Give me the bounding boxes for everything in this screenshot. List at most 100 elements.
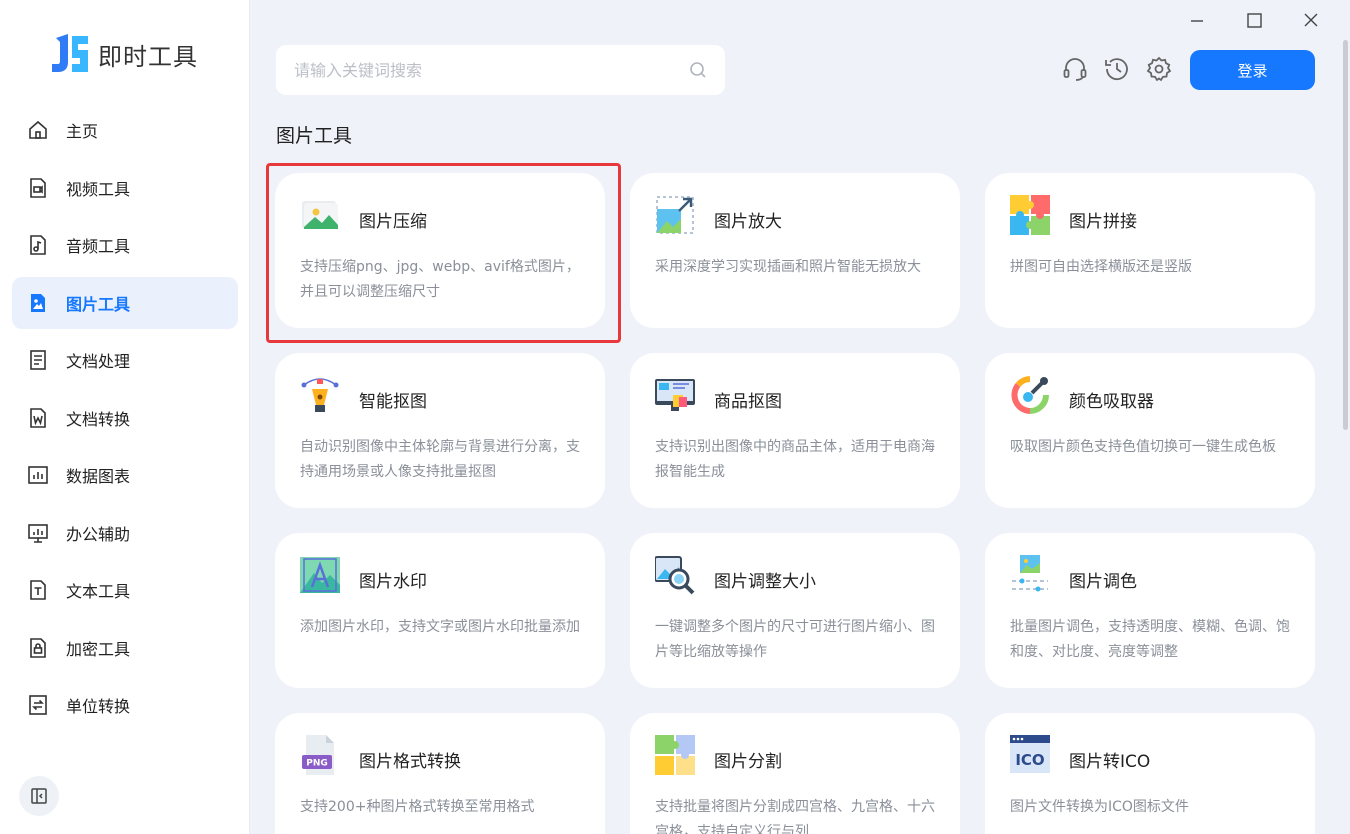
sidebar-item-label: 单位转换 (66, 697, 131, 716)
scrollbar[interactable] (1340, 0, 1350, 834)
ico-icon: ICO (1010, 735, 1050, 773)
image-adjust-icon (1012, 555, 1048, 592)
search-input[interactable] (294, 60, 689, 80)
sidebar-collapse-button[interactable] (19, 776, 59, 816)
image-enlarge-icon (656, 196, 694, 234)
sidebar-item-label: 文档处理 (66, 352, 131, 371)
svg-text:PNG: PNG (306, 759, 328, 769)
settings-gear-icon[interactable] (1145, 55, 1173, 83)
close-icon[interactable] (1300, 10, 1322, 32)
sidebar-item-label: 文本工具 (66, 582, 131, 601)
tool-card-image-resize[interactable]: 图片调整大小 一键调整多个图片的尺寸可进行图片缩小、图片等比缩放等操作 (630, 533, 960, 688)
tool-card-format-convert[interactable]: PNG 图片格式转换 支持200+种图片格式转换至常用格式 (275, 713, 605, 834)
headset-icon[interactable] (1061, 55, 1089, 83)
convert-icon (29, 695, 47, 715)
sidebar-item-text[interactable]: 文本工具 (12, 564, 238, 616)
audio-icon (30, 235, 46, 255)
card-title: 颜色吸取器 (1069, 392, 1154, 412)
sidebar-item-label: 主页 (66, 122, 99, 141)
sidebar: 即时工具 主页 视频工具 音频工具 图片工具 文档处理 文档转换 数据图表 办公… (0, 0, 250, 834)
card-description: 一键调整多个图片的尺寸可进行图片缩小、图片等比缩放等操作 (655, 619, 935, 660)
sidebar-item-label: 音频工具 (66, 237, 131, 256)
card-description: 自动识别图像中主体轮廓与背景进行分离，支持通用场景或人像支持批量抠图 (300, 439, 580, 480)
search-icon[interactable] (689, 61, 707, 79)
sidebar-item-label: 文档转换 (66, 409, 131, 429)
sidebar-item-encrypt[interactable]: 加密工具 (12, 622, 238, 674)
app-logo[interactable]: 即时工具 (48, 30, 198, 78)
app-name: 即时工具 (98, 42, 198, 71)
card-title: 图片格式转换 (359, 752, 461, 772)
search-bar[interactable] (276, 45, 725, 95)
sidebar-item-label: 视频工具 (66, 179, 131, 199)
section-title: 图片工具 (276, 125, 353, 147)
card-description: 支持批量将图片分割成四宫格、九宫格、十六宫格，支持自定义行与列 (655, 799, 935, 834)
maximize-icon[interactable] (1243, 10, 1265, 32)
card-title: 智能抠图 (359, 392, 427, 412)
card-description: 添加图片水印，支持文字或图片水印批量添加 (300, 619, 580, 635)
sidebar-nav: 主页 视频工具 音频工具 图片工具 文档处理 文档转换 数据图表 办公辅助 文本… (12, 104, 238, 737)
split-icon (655, 735, 695, 775)
sidebar-item-office[interactable]: 办公辅助 (12, 507, 238, 559)
home-icon (29, 120, 47, 139)
card-title: 图片水印 (359, 572, 427, 592)
sidebar-item-image[interactable]: 图片工具 (12, 276, 238, 329)
tool-card-color-picker[interactable]: 颜色吸取器 吸取图片颜色支持色值切换可一键生成色板 (985, 353, 1315, 508)
image-compress-icon (302, 201, 338, 229)
card-description: 批量图片调色，支持透明度、模糊、色调、饱和度、对比度、亮度等调整 (1010, 619, 1290, 660)
tool-card-smart-cutout[interactable]: 智能抠图 自动识别图像中主体轮廓与背景进行分离，支持通用场景或人像支持批量抠图 (275, 353, 605, 508)
card-description: 拼图可自由选择横版还是竖版 (1010, 259, 1192, 275)
card-title: 图片调整大小 (714, 572, 816, 592)
sidebar-item-chart[interactable]: 数据图表 (12, 449, 238, 501)
sidebar-item-video[interactable]: 视频工具 (12, 162, 238, 214)
watermark-icon (300, 557, 340, 593)
lock-icon (30, 637, 46, 658)
tool-card-image-enlarge[interactable]: 图片放大 采用深度学习实现插画和照片智能无损放大 (630, 173, 960, 328)
color-picker-icon (1011, 376, 1049, 414)
video-icon (30, 177, 46, 198)
sidebar-item-document[interactable]: 文档处理 (12, 334, 238, 386)
card-description: 采用深度学习实现插画和照片智能无损放大 (655, 259, 921, 275)
tool-card-image-color[interactable]: 图片调色 批量图片调色，支持透明度、模糊、色调、饱和度、对比度、亮度等调整 (985, 533, 1315, 688)
card-title: 图片压缩 (359, 212, 427, 232)
pen-tool-icon (301, 378, 339, 412)
sidebar-item-audio[interactable]: 音频工具 (12, 219, 238, 271)
scrollbar-thumb[interactable] (1343, 40, 1348, 430)
card-title: 图片转ICO (1069, 752, 1151, 772)
tool-card-product-cutout[interactable]: 商品抠图 支持识别出图像中的商品主体，适用于电商海报智能生成 (630, 353, 960, 508)
tool-card-watermark[interactable]: 图片水印 添加图片水印，支持文字或图片水印批量添加 (275, 533, 605, 688)
history-icon[interactable] (1103, 55, 1131, 83)
card-description: 支持200+种图片格式转换至常用格式 (300, 799, 535, 815)
card-description: 吸取图片颜色支持色值切换可一键生成色板 (1010, 439, 1276, 455)
tool-card-image-to-ico[interactable]: ICO 图片转ICO 图片文件转换为ICO图标文件 (985, 713, 1315, 834)
card-title: 图片拼接 (1069, 212, 1137, 232)
card-title: 图片调色 (1069, 572, 1137, 592)
login-button[interactable]: 登录 (1190, 50, 1315, 90)
sidebar-item-home[interactable]: 主页 (12, 104, 238, 156)
card-title: 图片分割 (714, 752, 782, 772)
sidebar-item-label: 数据图表 (66, 467, 131, 486)
text-icon (30, 580, 46, 600)
card-title: 商品抠图 (714, 392, 782, 412)
shop-icon (655, 379, 695, 411)
tool-card-image-split[interactable]: 图片分割 支持批量将图片分割成四宫格、九宫格、十六宫格，支持自定义行与列 (630, 713, 960, 834)
sidebar-item-label: 办公辅助 (66, 524, 131, 544)
minimize-icon[interactable] (1186, 10, 1208, 32)
card-description: 支持识别出图像中的商品主体，适用于电商海报智能生成 (655, 439, 935, 480)
image-icon (31, 293, 45, 312)
card-description: 支持压缩png、jpg、webp、avif格式图片，并且可以调整压缩尺寸 (300, 259, 580, 300)
document-icon (30, 350, 46, 370)
image-resize-icon (655, 556, 695, 595)
png-file-icon: PNG (302, 735, 334, 775)
tool-card-image-compress[interactable]: 图片压缩 支持压缩png、jpg、webp、avif格式图片，并且可以调整压缩尺… (275, 173, 605, 328)
tool-card-puzzle[interactable]: 图片拼接 拼图可自由选择横版还是竖版 (985, 173, 1315, 328)
card-description: 图片文件转换为ICO图标文件 (1010, 799, 1189, 815)
sidebar-collapse-icon (31, 788, 47, 804)
sidebar-item-label: 加密工具 (66, 639, 131, 659)
sidebar-item-label: 图片工具 (66, 294, 131, 314)
sidebar-item-convert-doc[interactable]: 文档转换 (12, 392, 238, 444)
logo-icon (52, 34, 88, 72)
svg-text:ICO: ICO (1015, 751, 1044, 769)
puzzle-icon (1010, 195, 1050, 235)
sidebar-item-unit[interactable]: 单位转换 (12, 679, 238, 731)
chart-icon (28, 466, 48, 484)
